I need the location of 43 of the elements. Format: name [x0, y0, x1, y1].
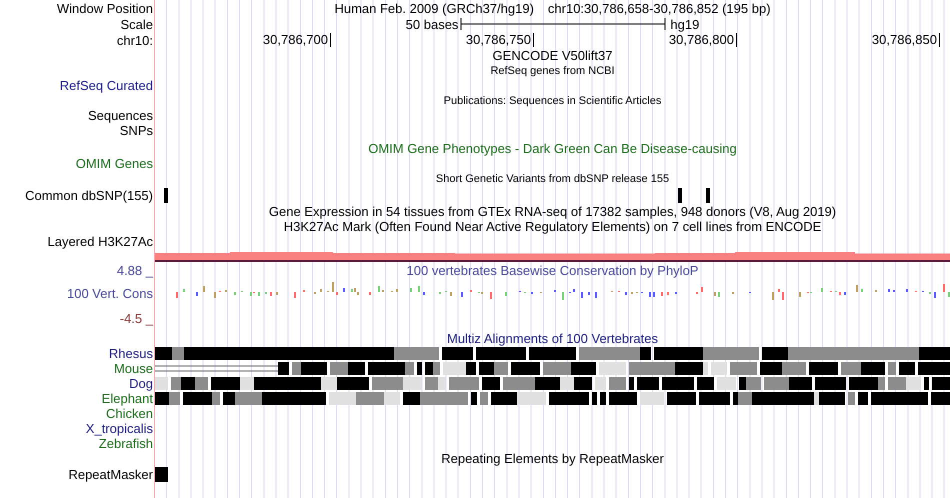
track-caption: Publications: Sequences in Scientific Articles: [444, 94, 662, 108]
track-label[interactable]: OMIM Genes: [76, 156, 153, 171]
track-label[interactable]: RepeatMasker: [68, 467, 153, 482]
track-caption: Short Genetic Variants from dbSNP release 155: [436, 172, 670, 186]
track-label[interactable]: Common dbSNP(155): [25, 188, 153, 202]
ruler-tick-label: 30,786,850: [872, 33, 940, 47]
track-label[interactable]: Zebrafish: [98, 436, 153, 451]
track-title: Repeating Elements by RepeatMasker: [441, 451, 664, 466]
track-label[interactable]: Mouse: [114, 361, 153, 376]
track-label[interactable]: Layered H3K27Ac: [47, 234, 153, 249]
track-title: 100 vertebrates Basewise Conservation by PhyloP: [406, 263, 698, 278]
track-title: GENCODE V50lift37: [492, 48, 612, 63]
track-title: Multiz Alignments of 100 Vertebrates: [446, 331, 658, 346]
track-label[interactable]: Sequences: [88, 108, 153, 123]
track-title: H3K27Ac Mark (Often Found Near Active Regulatory Elements) on 7 cell lines from ENCODE: [284, 219, 822, 234]
track-caption: RefSeq genes from NCBI: [490, 64, 615, 78]
scale-bar-icon: [460, 17, 666, 31]
track-title: OMIM Gene Phenotypes - Dark Green Can Be Disease-causing: [368, 141, 737, 156]
ruler-tick-label: 30,786,750: [466, 33, 534, 47]
track-label[interactable]: -4.5 _: [120, 310, 153, 326]
track-label: chr10:: [116, 32, 154, 48]
track-label[interactable]: Rhesus: [108, 346, 153, 361]
track-label[interactable]: SNPs: [120, 123, 153, 138]
assembly-title: Human Feb. 2009 (GRCh37/hg19): [334, 0, 534, 16]
ruler-tick-label: 30,786,700: [262, 33, 331, 47]
track-label[interactable]: 4.88 _: [116, 263, 153, 278]
variant-mark: [678, 188, 682, 203]
track-label[interactable]: Chicken: [106, 406, 153, 421]
variant-mark: [164, 188, 168, 203]
track-label: Window Position: [56, 0, 154, 16]
track-title: Gene Expression in 54 tissues from GTEx RNA-seq of 17382 samples, 948 donors (V8, Aug 2019): [268, 204, 836, 219]
track-label[interactable]: Dog: [129, 376, 153, 391]
track-label[interactable]: Elephant: [102, 391, 153, 406]
ruler-tick-label: 30,786,800: [668, 33, 737, 47]
variant-mark: [706, 188, 710, 203]
position-range: chr10:30,786,658-30,786,852 (195 bp): [548, 0, 771, 16]
track-label[interactable]: 100 Vert. Cons: [67, 286, 153, 300]
scale-length: 50 bases: [406, 16, 458, 32]
track-label: Scale: [119, 16, 154, 32]
track-label[interactable]: RefSeq Curated: [60, 78, 153, 93]
scale-assembly: hg19: [670, 16, 700, 32]
repeat-element-mark: [155, 467, 168, 482]
track-label[interactable]: X_tropicalis: [86, 421, 153, 436]
